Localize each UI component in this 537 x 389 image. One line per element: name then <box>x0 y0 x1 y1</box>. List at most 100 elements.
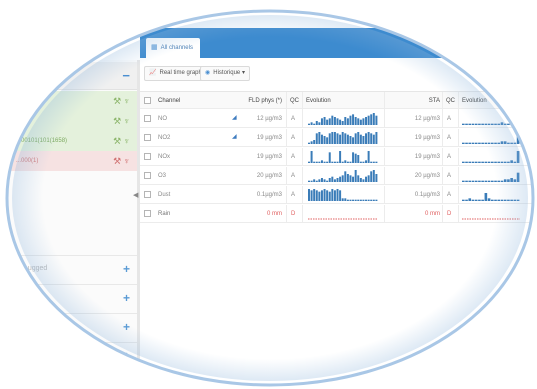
spark-bar <box>326 180 329 182</box>
row-checkbox[interactable] <box>144 153 151 160</box>
sidebar-section[interactable]: + <box>0 284 138 310</box>
evolution-sparkline <box>308 151 378 163</box>
evolution-sparkline-2 <box>462 136 520 144</box>
spark-bar <box>510 123 513 125</box>
row-checkbox[interactable] <box>144 134 151 141</box>
spark-bar <box>465 142 468 144</box>
sidebar-section[interactable]: + <box>0 313 138 339</box>
col-evolution1[interactable]: Evolution <box>306 92 331 110</box>
sidebar-section[interactable]: ...ugged + <box>0 255 138 281</box>
col-separator <box>458 186 459 204</box>
col-separator <box>302 148 303 166</box>
add-plus-icon[interactable]: + <box>123 256 130 282</box>
add-plus-icon[interactable]: + <box>123 314 130 340</box>
tab-label: All channels <box>160 45 193 51</box>
select-all-checkbox[interactable] <box>144 97 151 104</box>
spark-bar <box>336 161 339 163</box>
col-fld[interactable]: FLD phys (*) <box>248 92 282 110</box>
row-checkbox[interactable] <box>144 191 151 198</box>
history-dropdown[interactable]: ◉ Historique ▾ <box>200 66 250 81</box>
spark-bar <box>491 180 494 182</box>
realtime-graph-button[interactable]: 📈 Real time graph <box>144 66 207 81</box>
col-separator <box>458 92 459 110</box>
spark-bar <box>346 118 349 125</box>
sidebar-item[interactable]: ...33) ⚒♆ <box>0 91 138 111</box>
tools-icon[interactable]: ⚒♆ <box>113 91 132 111</box>
col-sta[interactable]: STA <box>410 92 440 110</box>
col-qc2[interactable]: QC <box>446 92 455 110</box>
spark-bar <box>310 151 313 163</box>
spark-bar <box>516 136 520 144</box>
sta-value: 12 µg/m3 <box>414 116 440 122</box>
table-row[interactable]: NOx 19 µg/m3 A 19 µg/m3 A <box>140 148 537 166</box>
spark-bar <box>465 123 468 125</box>
add-plus-icon[interactable]: + <box>123 343 130 369</box>
col-qc1[interactable]: QC <box>290 92 299 110</box>
spark-bar <box>516 172 520 182</box>
spark-bar <box>462 199 465 201</box>
evolution-sparkline-2 <box>462 218 520 220</box>
collapse-arrow-icon[interactable]: ◀ <box>133 191 138 199</box>
col-separator <box>302 110 303 128</box>
spark-bar <box>331 161 334 163</box>
sidebar-item[interactable]: ...00101(101(1658) ⚒♆ <box>0 131 138 151</box>
tools-icon[interactable]: ⚒♆ <box>113 131 132 151</box>
realtime-label: Real time graph <box>159 70 202 76</box>
spark-bar <box>497 199 501 201</box>
col-separator <box>442 186 443 204</box>
spark-bar <box>513 179 517 182</box>
qc2-value: A <box>447 154 452 160</box>
col-separator <box>302 205 303 223</box>
table-row[interactable]: O3 20 µg/m3 A 20 µg/m3 A <box>140 167 537 185</box>
row-checkbox[interactable] <box>144 115 151 122</box>
table-row[interactable]: NO 12 µg/m3 A 12 µg/m3 A <box>140 110 537 128</box>
spark-bar <box>365 160 368 163</box>
row-checkbox[interactable] <box>144 172 151 179</box>
col-separator <box>442 148 443 166</box>
collapse-minus-icon[interactable]: − <box>122 68 130 83</box>
spark-bar <box>349 161 352 163</box>
spark-bar <box>320 160 323 163</box>
spark-bar <box>500 180 504 182</box>
sidebar-section[interactable]: + <box>0 342 138 368</box>
spark-bar <box>362 136 365 144</box>
sidebar-item[interactable]: ...58) ⚒♆ <box>0 111 138 131</box>
col-separator <box>458 167 459 185</box>
spark-bar <box>468 161 472 163</box>
spark-bar <box>500 199 504 201</box>
spark-bar <box>462 161 465 163</box>
table-row[interactable]: NO2 19 µg/m3 A 19 µg/m3 A <box>140 129 537 147</box>
spark-bar <box>478 142 481 144</box>
spark-bar <box>357 118 360 125</box>
spark-bar <box>323 117 326 125</box>
sidebar-top <box>0 0 138 60</box>
col-channel[interactable]: Channel <box>158 92 180 110</box>
qc1-value: D <box>291 211 296 217</box>
table-row[interactable]: Rain 0 mm D 0 mm D <box>140 205 537 223</box>
spark-bar <box>513 199 517 201</box>
fld-value: 20 µg/m3 <box>256 173 282 179</box>
spark-bar <box>315 161 318 163</box>
spark-bar <box>352 199 355 201</box>
spark-bar <box>308 189 310 201</box>
spark-bar <box>359 119 362 125</box>
spark-bar <box>341 175 344 182</box>
table-row[interactable]: Dust 0.1µg/m3 A 0.1µg/m3 A <box>140 186 537 204</box>
col-evolution2[interactable]: Evolution <box>462 92 487 110</box>
spark-bar <box>354 133 357 144</box>
qc1-value: A <box>291 116 296 122</box>
col-separator <box>442 110 443 128</box>
tab-all-channels[interactable]: ▦ All channels <box>146 38 200 58</box>
tools-icon[interactable]: ⚒♆ <box>113 111 132 131</box>
evolution-sparkline <box>308 170 378 182</box>
col-separator <box>442 167 443 185</box>
spark-bar <box>375 115 378 125</box>
toolbar: 📈 Real time graph ◉ Historique ▾ <box>140 66 537 84</box>
spark-bar <box>336 189 339 201</box>
add-plus-icon[interactable]: + <box>123 285 130 311</box>
tools-icon[interactable]: ⚒♆ <box>113 151 132 171</box>
spark-bar <box>362 161 365 163</box>
spark-bar <box>333 132 336 144</box>
sidebar-item[interactable]: ...000(1) ⚒♆ <box>0 151 138 171</box>
row-checkbox[interactable] <box>144 210 151 217</box>
